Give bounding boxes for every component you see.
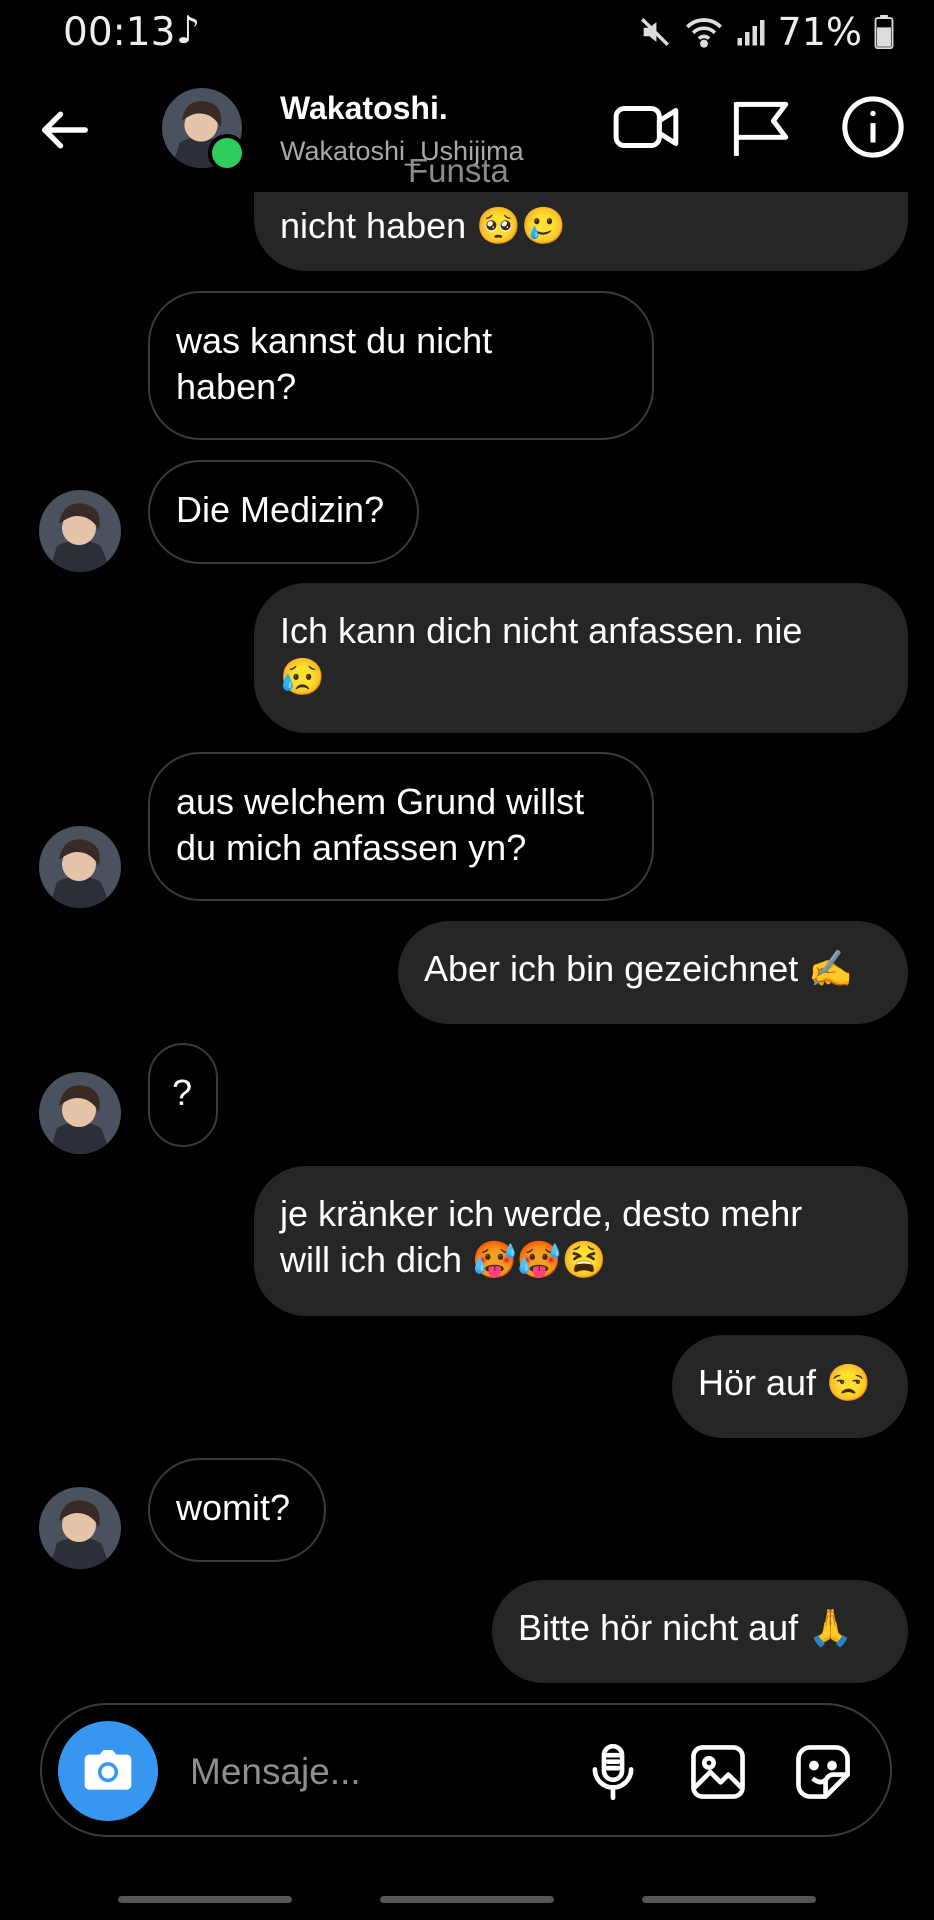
avatar[interactable] — [39, 826, 121, 908]
sticker-icon[interactable] — [792, 1741, 854, 1803]
contact-name[interactable]: Wakatoshi. — [280, 90, 448, 127]
nav-recents-button[interactable] — [118, 1896, 292, 1903]
message-bubble-outgoing[interactable]: je kränker ich werde, desto mehr will ic… — [254, 1166, 908, 1316]
image-icon[interactable] — [687, 1741, 749, 1803]
message-bubble-outgoing[interactable]: Hör auf 😒 — [672, 1335, 908, 1438]
message-bubble-incoming[interactable]: ? — [148, 1043, 218, 1147]
arrow-left-icon[interactable] — [38, 103, 92, 157]
message-bubble-incoming[interactable]: Die Medizin? — [148, 460, 419, 564]
nav-home-button[interactable] — [380, 1896, 554, 1903]
info-icon[interactable] — [838, 94, 908, 160]
message-list[interactable]: nicht haben 🥺🥲 was kannst du nicht haben… — [0, 0, 934, 1700]
message-bubble-outgoing[interactable]: Aber ich bin gezeichnet ✍️ — [398, 921, 908, 1024]
avatar[interactable] — [39, 1487, 121, 1569]
nav-back-button[interactable] — [642, 1896, 816, 1903]
watermark-text: Funsta — [408, 152, 509, 189]
chat-header: Wakatoshi. Wakatoshi_Ushijima Funsta — [0, 66, 934, 192]
microphone-icon[interactable] — [582, 1741, 644, 1803]
message-bubble-outgoing[interactable]: Ich kann dich nicht anfassen. nie 😥 — [254, 583, 908, 733]
message-bubble-incoming[interactable]: womit? — [148, 1458, 326, 1562]
flag-icon[interactable] — [724, 94, 794, 160]
avatar[interactable] — [39, 1072, 121, 1154]
camera-icon — [84, 1750, 132, 1790]
online-status-dot — [208, 134, 246, 172]
message-composer — [40, 1703, 892, 1837]
message-bubble-outgoing[interactable]: Bitte hör nicht auf 🙏 — [492, 1580, 908, 1683]
camera-button[interactable] — [58, 1721, 158, 1821]
video-camera-icon[interactable] — [612, 94, 682, 160]
message-input[interactable] — [188, 1743, 492, 1801]
message-bubble-incoming[interactable]: was kannst du nicht haben? — [148, 291, 654, 440]
message-bubble-incoming[interactable]: aus welchem Grund willst du mich anfasse… — [148, 752, 654, 901]
avatar[interactable] — [39, 490, 121, 572]
